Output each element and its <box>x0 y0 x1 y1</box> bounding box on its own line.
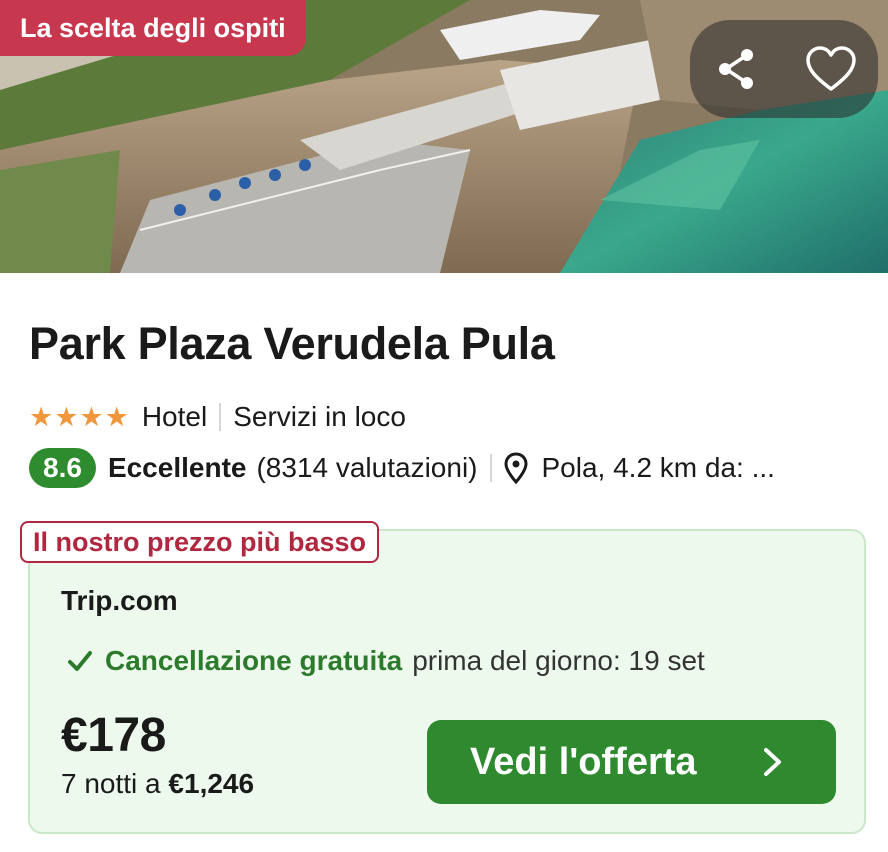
favorite-button[interactable] <box>803 41 859 97</box>
check-icon <box>68 651 92 671</box>
share-button[interactable] <box>709 41 765 97</box>
nightly-price: €178 <box>61 709 166 762</box>
total-amount: €1,246 <box>168 768 255 799</box>
rating-label: Eccellente <box>107 452 247 483</box>
divider <box>489 454 492 482</box>
rating-row: 8.6 Eccellente (8314 valutazioni) Pola, … <box>29 447 775 489</box>
photo-actions <box>690 20 878 118</box>
lowest-price-tag: Il nostro prezzo più basso <box>20 521 380 563</box>
chevron-right-icon <box>764 748 781 776</box>
view-deal-button[interactable]: Vedi l'offerta <box>427 720 836 804</box>
location-pin-icon <box>503 452 528 484</box>
cancellation-detail: prima del giorno: 19 set <box>412 645 705 676</box>
review-score-badge: 8.6 <box>29 448 96 488</box>
cancellation-label: Cancellazione gratuita <box>105 645 403 676</box>
view-deal-label: Vedi l'offerta <box>470 740 697 783</box>
amenities-link[interactable]: Servizi in loco <box>233 401 406 433</box>
hotel-name[interactable]: Park Plaza Verudela Pula <box>29 318 555 370</box>
total-price: 7 notti a €1,246 <box>61 768 254 800</box>
guest-choice-badge: La scelta degli ospiti <box>0 0 306 56</box>
nights-prefix: 7 notti a <box>61 768 161 799</box>
star-rating: ★★★★ <box>29 401 130 432</box>
location-text[interactable]: Pola, 4.2 km da: ... <box>542 452 775 484</box>
review-count[interactable]: (8314 valutazioni) <box>256 452 477 484</box>
hotel-type: Hotel <box>141 401 208 432</box>
hotel-meta: ★★★★ Hotel Servizi in loco <box>29 397 406 437</box>
heart-icon <box>806 46 856 91</box>
share-icon <box>719 49 753 89</box>
divider <box>219 403 222 431</box>
free-cancellation: Cancellazione gratuita prima del giorno:… <box>67 645 705 677</box>
provider-name: Trip.com <box>61 585 178 616</box>
